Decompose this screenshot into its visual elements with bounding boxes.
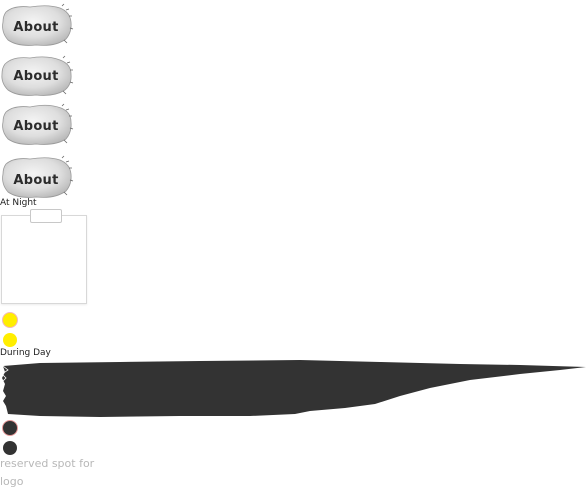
brush-stroke-banner xyxy=(1,360,586,417)
about-button[interactable]: About xyxy=(0,52,74,98)
moon-toggle[interactable] xyxy=(3,441,17,455)
about-label: About xyxy=(13,173,59,188)
logo-placeholder: reserved spot for logo xyxy=(0,457,95,488)
sun-toggle-active[interactable] xyxy=(2,312,18,328)
about-label: About xyxy=(13,20,59,35)
about-button[interactable]: About xyxy=(0,154,74,200)
sun-toggle[interactable] xyxy=(3,333,17,347)
night-panel xyxy=(1,215,87,304)
night-panel-tab[interactable] xyxy=(30,209,62,223)
night-mode-label: At Night xyxy=(0,198,37,208)
about-label: About xyxy=(13,69,59,84)
about-button[interactable]: About xyxy=(0,2,74,48)
moon-toggle-active[interactable] xyxy=(2,420,18,436)
about-label: About xyxy=(13,119,59,134)
about-button[interactable]: About xyxy=(0,101,74,147)
